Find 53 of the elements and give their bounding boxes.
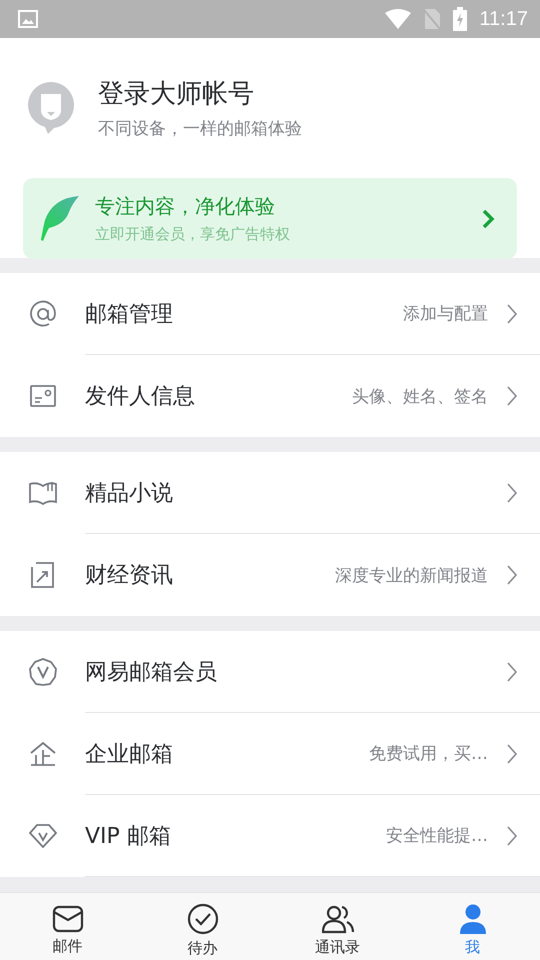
id-card-icon — [30, 385, 56, 407]
menu-label: 企业邮箱 — [85, 740, 173, 768]
menu-detail: 深度专业的新闻报道 — [335, 564, 488, 586]
menu-item[interactable]: 企业邮箱 免费试用，买… — [0, 713, 540, 795]
diamond-icon — [28, 824, 56, 848]
tab[interactable]: 待办 — [135, 893, 270, 960]
menu-label: VIP 邮箱 — [85, 822, 171, 850]
status-time: 11:17 — [479, 8, 528, 30]
chevron-right-icon — [481, 208, 495, 228]
tab[interactable]: 通讯录 — [270, 893, 405, 960]
menu-item[interactable]: 财经资讯 深度专业的新闻报道 — [0, 534, 540, 616]
person-icon — [458, 904, 486, 934]
contacts-icon — [322, 904, 354, 934]
account-title[interactable]: 登录大师帐号 — [98, 76, 302, 111]
image-icon — [18, 10, 38, 28]
check-circle-icon — [186, 902, 218, 934]
promo-title: 专注内容，净化体验 — [95, 193, 276, 220]
menu-detail: 头像、姓名、签名 — [352, 386, 488, 408]
menu-detail: 安全性能提… — [386, 825, 488, 847]
chevron-right-icon — [506, 662, 518, 682]
chevron-right-icon — [506, 565, 518, 585]
chevron-right-icon — [506, 744, 518, 764]
menu-label: 邮箱管理 — [85, 300, 173, 328]
promo-subtitle: 立即开通会员，享免广告特权 — [95, 225, 291, 244]
menu-item[interactable]: 网易邮箱会员 — [0, 631, 540, 713]
wifi-icon — [385, 9, 412, 29]
roof-icon — [30, 742, 56, 766]
chevron-right-icon — [506, 482, 518, 502]
avatar-icon — [28, 82, 74, 134]
menu-detail: 添加与配置 — [403, 303, 488, 325]
mail-icon — [52, 904, 84, 932]
menu-label: 网易邮箱会员 — [85, 658, 217, 686]
v-badge-icon — [28, 658, 56, 686]
trend-chart-icon — [30, 562, 56, 588]
menu-detail: 免费试用，买… — [369, 743, 488, 765]
feather-icon — [39, 196, 79, 242]
battery-icon — [453, 7, 468, 31]
tab[interactable]: 邮件 — [0, 893, 135, 960]
menu-label: 发件人信息 — [85, 383, 195, 411]
no-sim-icon — [423, 8, 442, 30]
account-subtitle: 不同设备，一样的邮箱体验 — [98, 118, 302, 140]
menu-item[interactable]: 邮箱管理 添加与配置 — [0, 273, 540, 355]
chevron-right-icon — [506, 826, 518, 846]
menu-item[interactable]: 精品小说 — [0, 452, 540, 534]
tab[interactable]: 我 — [405, 893, 540, 960]
menu-item[interactable]: VIP 邮箱 安全性能提… — [0, 795, 540, 877]
menu-label: 财经资讯 — [85, 562, 173, 590]
chevron-right-icon — [506, 304, 518, 324]
at-icon — [28, 300, 56, 328]
book-icon — [28, 481, 56, 505]
menu-item[interactable]: 发件人信息 头像、姓名、签名 — [0, 355, 540, 437]
menu-label: 精品小说 — [85, 480, 173, 508]
chevron-right-icon — [506, 386, 518, 406]
